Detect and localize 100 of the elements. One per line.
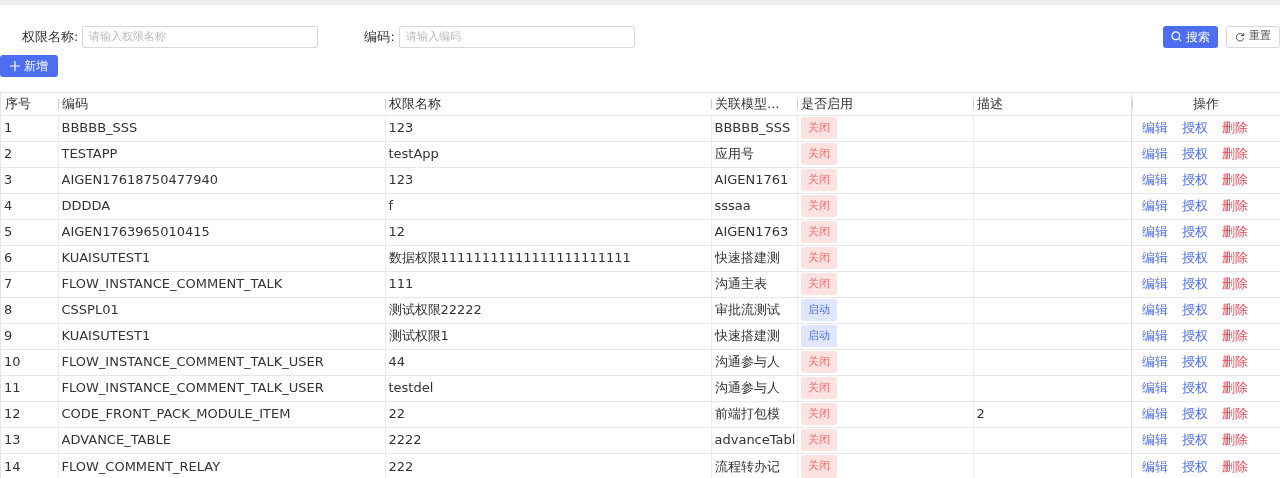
column-header[interactable]: 描述 bbox=[977, 96, 1003, 111]
edit-link[interactable]: 编辑 bbox=[1141, 198, 1168, 214]
edit-link[interactable]: 编辑 bbox=[1141, 406, 1168, 422]
status-tag: 关闭 bbox=[800, 455, 837, 478]
edit-link[interactable]: 编辑 bbox=[1141, 328, 1168, 344]
authorize-link[interactable]: 授权 bbox=[1181, 354, 1208, 370]
edit-link[interactable]: 编辑 bbox=[1141, 146, 1168, 162]
table-cell: 123 bbox=[388, 172, 414, 188]
edit-link[interactable]: 编辑 bbox=[1141, 458, 1168, 474]
search-button[interactable]: 搜索 bbox=[1163, 25, 1218, 48]
table-cell: 3 bbox=[4, 172, 13, 188]
table-cell: 9 bbox=[4, 328, 13, 344]
table-cell: f bbox=[388, 198, 394, 214]
authorize-link[interactable]: 授权 bbox=[1181, 250, 1208, 266]
field-label: 编码: bbox=[364, 27, 395, 46]
table-cell: 快速搭建测 bbox=[714, 250, 780, 266]
table-cell: AIGEN17618750477940 bbox=[61, 172, 219, 188]
edit-link[interactable]: 编辑 bbox=[1141, 250, 1168, 266]
table-cell: 111 bbox=[388, 276, 414, 292]
edit-link[interactable]: 编辑 bbox=[1141, 276, 1168, 292]
status-tag: 关闭 bbox=[800, 272, 837, 296]
search-icon bbox=[1171, 31, 1182, 42]
input-field[interactable]: 请输入编码 bbox=[398, 25, 635, 48]
authorize-link[interactable]: 授权 bbox=[1181, 302, 1208, 318]
table-cell: 12 bbox=[4, 406, 21, 422]
table-cell: 前端打包模 bbox=[714, 406, 780, 422]
authorize-link[interactable]: 授权 bbox=[1181, 172, 1208, 188]
delete-link[interactable]: 删除 bbox=[1221, 458, 1248, 474]
authorize-link[interactable]: 授权 bbox=[1181, 276, 1208, 292]
authorize-link[interactable]: 授权 bbox=[1181, 328, 1208, 344]
delete-link[interactable]: 删除 bbox=[1221, 406, 1248, 422]
table-cell: BBBBB_SSS bbox=[61, 120, 138, 136]
authorize-link[interactable]: 授权 bbox=[1181, 146, 1208, 162]
status-tag: 关闭 bbox=[800, 168, 837, 192]
delete-link[interactable]: 删除 bbox=[1221, 120, 1248, 136]
delete-link[interactable]: 删除 bbox=[1221, 328, 1248, 344]
table-cell: 222 bbox=[388, 458, 414, 474]
edit-link[interactable]: 编辑 bbox=[1141, 224, 1168, 240]
table-cell: 14 bbox=[4, 458, 21, 474]
delete-link[interactable]: 删除 bbox=[1221, 380, 1248, 396]
authorize-link[interactable]: 授权 bbox=[1181, 432, 1208, 448]
field-label: 权限名称: bbox=[22, 27, 79, 46]
authorize-link[interactable]: 授权 bbox=[1181, 224, 1208, 240]
table-cell: 7 bbox=[4, 276, 13, 292]
column-header[interactable]: 关联模型... bbox=[715, 96, 780, 111]
edit-link[interactable]: 编辑 bbox=[1141, 120, 1168, 136]
table-cell: ADVANCE_TABLE bbox=[61, 432, 171, 448]
edit-link[interactable]: 编辑 bbox=[1141, 432, 1168, 448]
table-cell: AIGEN1763 bbox=[714, 224, 789, 240]
table-cell: 沟通参与人 bbox=[714, 380, 780, 396]
authorize-link[interactable]: 授权 bbox=[1181, 380, 1208, 396]
edit-link[interactable]: 编辑 bbox=[1141, 172, 1168, 188]
table-cell: KUAISUTEST1 bbox=[61, 328, 151, 344]
status-tag: 关闭 bbox=[800, 142, 837, 166]
column-header[interactable]: 操作 bbox=[1193, 96, 1220, 111]
authorize-link[interactable]: 授权 bbox=[1181, 458, 1208, 474]
status-tag: 关闭 bbox=[800, 194, 837, 218]
delete-link[interactable]: 删除 bbox=[1221, 432, 1248, 448]
column-header[interactable]: 编码 bbox=[62, 96, 88, 111]
status-tag: 关闭 bbox=[800, 428, 837, 452]
table-cell: 测试权限1 bbox=[388, 328, 449, 344]
delete-link[interactable]: 删除 bbox=[1221, 354, 1248, 370]
table-cell: 数据权限11111111111111111111111 bbox=[388, 250, 631, 266]
delete-link[interactable]: 删除 bbox=[1221, 224, 1248, 240]
table-cell: 流程转办记 bbox=[714, 458, 780, 474]
status-tag: 关闭 bbox=[800, 220, 837, 244]
delete-link[interactable]: 删除 bbox=[1221, 302, 1248, 318]
delete-link[interactable]: 删除 bbox=[1221, 198, 1248, 214]
table-cell: 1 bbox=[4, 120, 13, 136]
edit-link[interactable]: 编辑 bbox=[1141, 354, 1168, 370]
table-cell: 11 bbox=[4, 380, 21, 396]
table-cell: AIGEN1763965010415 bbox=[61, 224, 210, 240]
delete-link[interactable]: 删除 bbox=[1221, 250, 1248, 266]
column-header[interactable]: 权限名称 bbox=[389, 96, 441, 111]
table-cell: 沟通参与人 bbox=[714, 354, 780, 370]
delete-link[interactable]: 删除 bbox=[1221, 146, 1248, 162]
add-button[interactable]: 新增 bbox=[0, 55, 58, 77]
table-cell: 快速搭建测 bbox=[714, 328, 780, 344]
table-cell: FLOW_COMMENT_RELAY bbox=[61, 458, 221, 474]
authorize-link[interactable]: 授权 bbox=[1181, 406, 1208, 422]
table-cell: 22 bbox=[388, 406, 406, 422]
delete-link[interactable]: 删除 bbox=[1221, 172, 1248, 188]
input-field[interactable]: 请输入权限名称 bbox=[82, 25, 319, 48]
authorize-link[interactable]: 授权 bbox=[1181, 120, 1208, 136]
column-header[interactable]: 是否启用 bbox=[801, 96, 853, 111]
plus-icon bbox=[10, 61, 20, 71]
table-cell: testApp bbox=[388, 146, 439, 162]
delete-link[interactable]: 删除 bbox=[1221, 276, 1248, 292]
table-cell: 2222 bbox=[388, 432, 422, 448]
authorize-link[interactable]: 授权 bbox=[1181, 198, 1208, 214]
column-header[interactable]: 序号 bbox=[5, 96, 31, 111]
table-cell: FLOW_INSTANCE_COMMENT_TALK bbox=[61, 276, 283, 292]
status-tag: 关闭 bbox=[800, 350, 837, 374]
table-cell: CSSPL01 bbox=[61, 302, 119, 318]
status-tag: 启动 bbox=[800, 324, 837, 348]
table-cell: 审批流测试 bbox=[714, 302, 780, 318]
edit-link[interactable]: 编辑 bbox=[1141, 302, 1168, 318]
table-cell: 4 bbox=[4, 198, 13, 214]
edit-link[interactable]: 编辑 bbox=[1141, 380, 1168, 396]
reset-button[interactable]: 重置 bbox=[1226, 25, 1280, 48]
